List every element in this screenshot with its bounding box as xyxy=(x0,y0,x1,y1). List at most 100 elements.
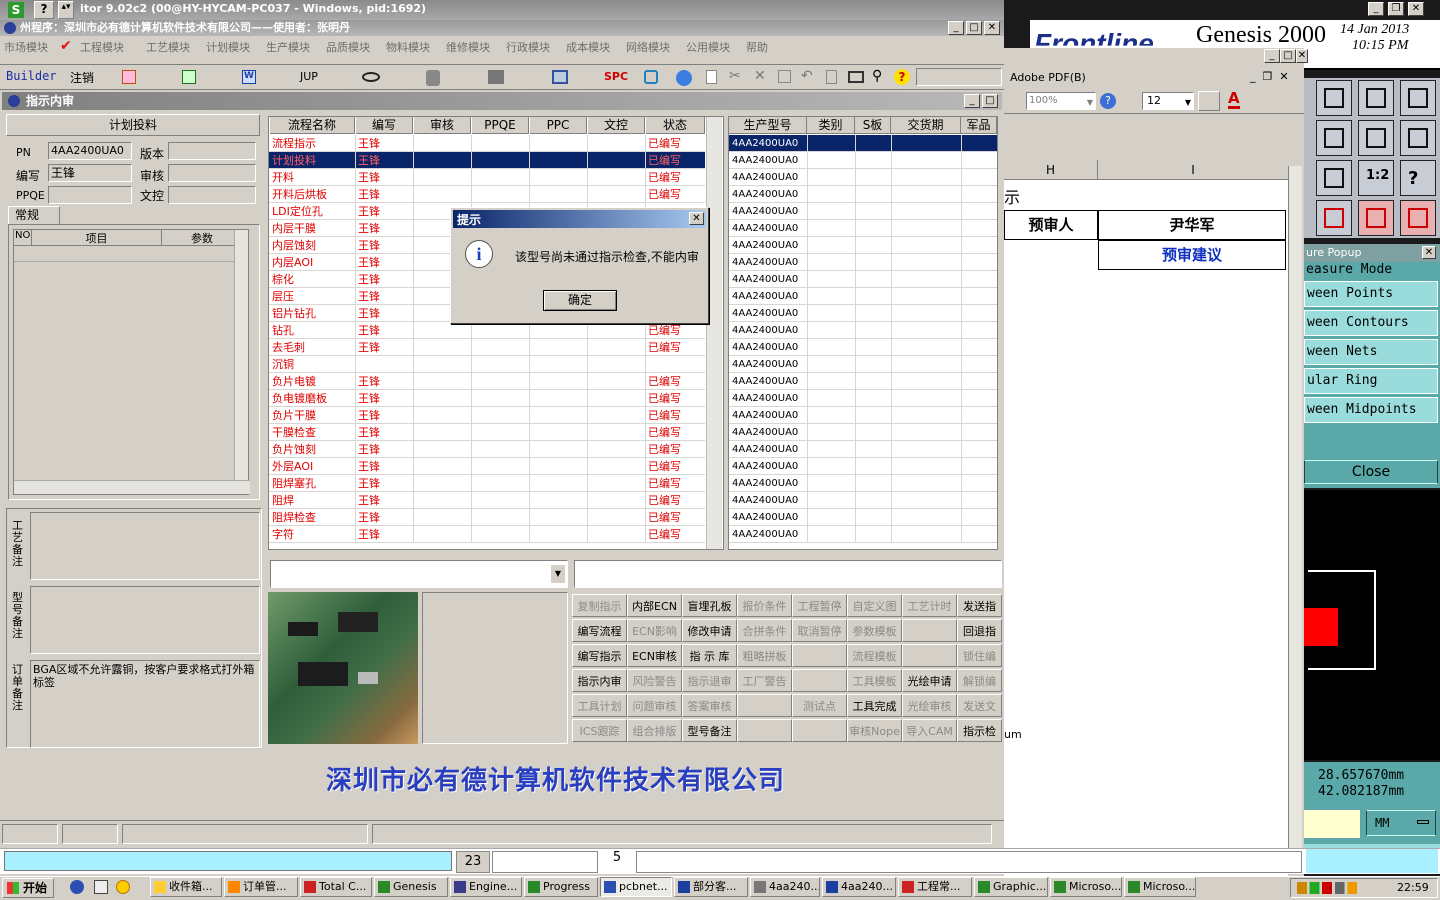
taskbar-item[interactable]: Total C... xyxy=(300,877,372,897)
action-button[interactable]: 修改申请 xyxy=(682,619,737,642)
tool-icon[interactable] xyxy=(1316,80,1352,116)
close-button[interactable]: ✕ xyxy=(984,21,1000,35)
table-row[interactable]: 4AA2400UA0 xyxy=(729,475,997,492)
menu-item-0[interactable]: 市场模块 xyxy=(4,39,48,55)
action-button[interactable]: 审核Nope xyxy=(847,719,902,742)
action-button[interactable]: 解锁编 xyxy=(957,669,1002,692)
delete-icon[interactable]: ✕ xyxy=(754,68,766,84)
table-row[interactable]: 开料后烘板 王锋 已编写 xyxy=(269,186,705,203)
print-icon[interactable] xyxy=(848,71,864,83)
model-note-field[interactable] xyxy=(30,586,260,654)
taskbar-item[interactable]: Graphic... xyxy=(974,877,1048,897)
action-button[interactable]: 指示内审 xyxy=(572,669,627,692)
action-button[interactable]: 发送指 xyxy=(957,594,1002,617)
action-button[interactable]: 问题审核 xyxy=(627,694,682,717)
table-row[interactable]: 流程指示 王锋 已编写 xyxy=(269,135,705,152)
minimize-button[interactable]: _ xyxy=(964,94,980,108)
action-button[interactable] xyxy=(792,669,847,692)
action-button[interactable]: 指 示 库 xyxy=(682,644,737,667)
font-color-icon[interactable]: A xyxy=(1228,90,1240,109)
action-button[interactable]: 工程暂停 xyxy=(792,594,847,617)
action-button[interactable]: 导入CAM xyxy=(902,719,957,742)
table-row[interactable]: 4AA2400UA0 xyxy=(729,152,997,169)
action-button[interactable] xyxy=(737,694,792,717)
action-button[interactable]: 报价条件 xyxy=(737,594,792,617)
menu-item-4[interactable]: 生产模块 xyxy=(266,39,310,55)
review-field[interactable] xyxy=(168,164,256,182)
snap-icon[interactable] xyxy=(1400,120,1436,156)
process-note-field[interactable] xyxy=(30,512,260,580)
table-row[interactable]: 4AA2400UA0 xyxy=(729,390,997,407)
mode-between-midpoints[interactable]: ween Midpoints xyxy=(1304,397,1438,423)
minimize-button[interactable]: _ xyxy=(1264,49,1280,63)
flow-header-cell[interactable]: PPQE xyxy=(471,117,529,134)
taskbar-item[interactable]: 4aa240... xyxy=(750,877,820,897)
mode-annular-ring[interactable]: ular Ring xyxy=(1304,368,1438,394)
action-button[interactable]: 回退指 xyxy=(957,619,1002,642)
taskbar-item[interactable]: 订单管... xyxy=(224,877,298,897)
word-icon[interactable]: W xyxy=(242,70,256,84)
action-button[interactable]: 发送文 xyxy=(957,694,1002,717)
table-row[interactable]: 外层AOI 王锋 已编写 xyxy=(269,458,705,475)
genesis-canvas[interactable] xyxy=(1304,490,1440,760)
home-icon[interactable] xyxy=(1358,80,1394,116)
taskbar-item[interactable]: Microso... xyxy=(1050,877,1122,897)
minimize-button[interactable]: _ xyxy=(948,21,964,35)
order-note-field[interactable]: BGA区域不允许露铜，按客户要求格式打外箱标签 xyxy=(30,660,260,748)
maximize-button[interactable]: □ xyxy=(966,21,982,35)
popup-close-button[interactable]: Close xyxy=(1304,460,1438,484)
action-button[interactable]: ECN审核 xyxy=(627,644,682,667)
maximize-button[interactable]: □ xyxy=(1280,49,1296,63)
table-row[interactable]: 字符 王锋 已编写 xyxy=(269,526,705,543)
model-header-cell[interactable]: 交货期 xyxy=(891,117,961,134)
doc-control-field[interactable] xyxy=(168,186,256,204)
table-row[interactable]: 4AA2400UA0 xyxy=(729,373,997,390)
preview-icon[interactable] xyxy=(826,70,837,84)
eye-icon[interactable] xyxy=(362,72,380,82)
action-button[interactable]: 指示检 xyxy=(957,719,1002,742)
reviewer-cell[interactable]: 尹华军 xyxy=(1098,210,1286,240)
arrow-icon[interactable] xyxy=(1316,120,1352,156)
taskbar-item[interactable]: 4aa240... xyxy=(822,877,896,897)
action-button[interactable]: 工厂警告 xyxy=(737,669,792,692)
action-button[interactable]: 光绘申请 xyxy=(902,669,957,692)
flow-header-cell[interactable]: PPC xyxy=(529,117,587,134)
logout-button[interactable]: 注销 xyxy=(70,69,94,86)
table-row[interactable]: 沉铜 xyxy=(269,356,705,373)
help-icon[interactable]: ? xyxy=(1400,160,1436,196)
action-button[interactable]: 自定义图 xyxy=(847,594,902,617)
action-button[interactable]: 光绘审核 xyxy=(902,694,957,717)
taskbar-item[interactable]: Genesis xyxy=(374,877,448,897)
ppqe-field[interactable] xyxy=(48,186,132,204)
menu-item-11[interactable]: 公用模块 xyxy=(686,39,730,55)
action-button[interactable]: 编写指示 xyxy=(572,644,627,667)
table-row[interactable]: 4AA2400UA0 xyxy=(729,458,997,475)
taskbar-item[interactable]: Engine... xyxy=(450,877,522,897)
maximize-button[interactable]: □ xyxy=(982,94,998,108)
table-row[interactable]: 4AA2400UA0 xyxy=(729,407,997,424)
taskbar-item[interactable]: pcbnet... xyxy=(600,877,672,897)
taskbar-item[interactable]: Progress xyxy=(524,877,598,897)
quicklaunch-clock-icon[interactable] xyxy=(116,880,130,894)
flow-header-cell[interactable]: 文控 xyxy=(587,117,645,134)
menu-item-9[interactable]: 成本模块 xyxy=(566,39,610,55)
table-row[interactable]: 4AA2400UA0 xyxy=(729,203,997,220)
spc-button[interactable]: SPC xyxy=(604,70,628,83)
save-icon[interactable] xyxy=(778,70,791,83)
action-button[interactable]: 指示退审 xyxy=(682,669,737,692)
undo-icon[interactable]: ↶ xyxy=(801,68,813,84)
action-button[interactable]: 工艺计时 xyxy=(902,594,957,617)
action-button[interactable]: ECN影响 xyxy=(627,619,682,642)
move-icon[interactable] xyxy=(1316,160,1352,196)
table-row[interactable]: 4AA2400UA0 xyxy=(729,526,997,543)
ok-button[interactable]: 确定 xyxy=(543,290,617,311)
measure-icon[interactable] xyxy=(1316,200,1352,236)
model-header-cell[interactable]: 类别 xyxy=(807,117,855,134)
action-button[interactable]: 工具模板 xyxy=(847,669,902,692)
flow-header-cell[interactable]: 流程名称 xyxy=(269,117,355,134)
quicklaunch-desktop-icon[interactable] xyxy=(94,880,108,894)
pdf-menu-title[interactable]: Adobe PDF(B) xyxy=(1010,71,1086,84)
action-button[interactable]: 测试点 xyxy=(792,694,847,717)
flow-header-cell[interactable]: 状态 xyxy=(645,117,705,134)
help-icon[interactable]: ? xyxy=(34,1,54,19)
